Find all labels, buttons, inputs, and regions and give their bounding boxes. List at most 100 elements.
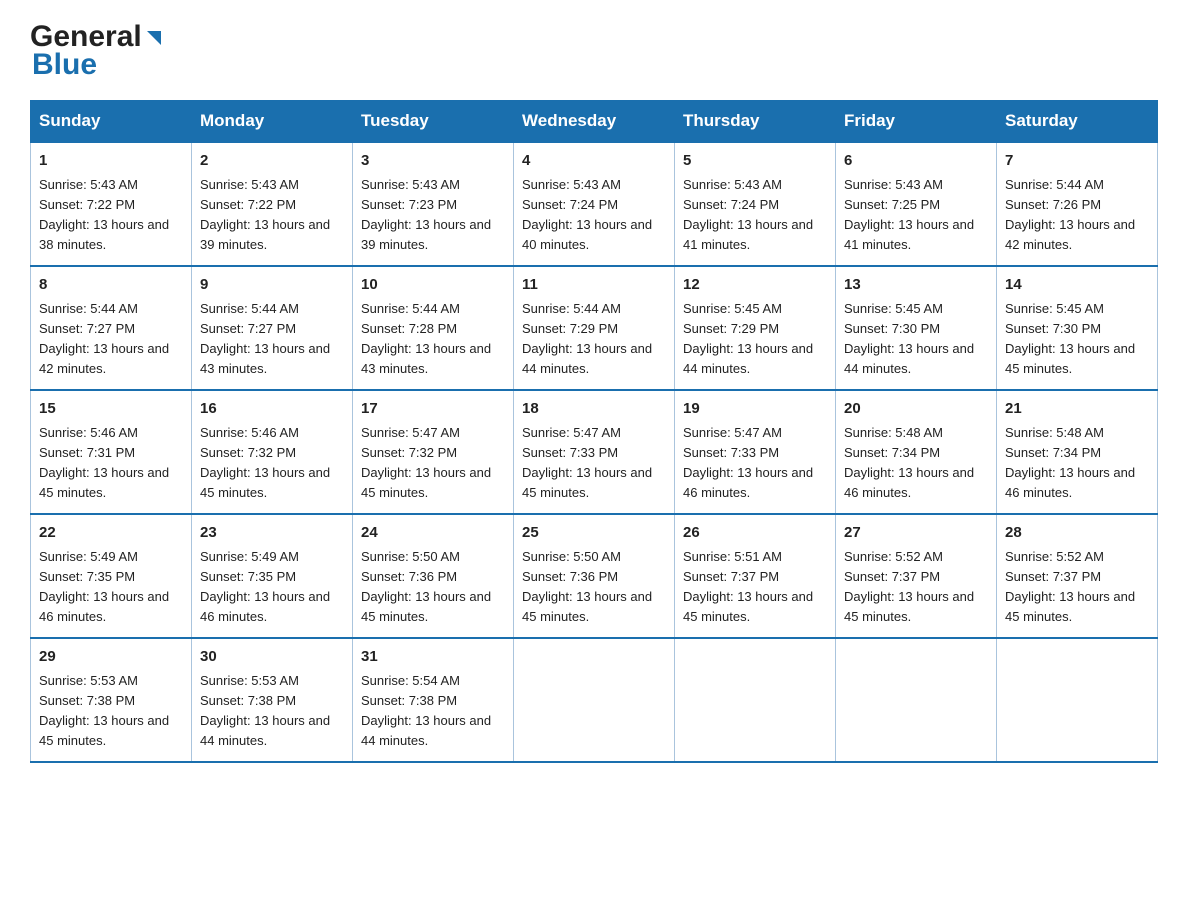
day-cell-14: 14Sunrise: 5:45 AMSunset: 7:30 PMDayligh…: [997, 266, 1158, 390]
day-info: Sunrise: 5:49 AMSunset: 7:35 PMDaylight:…: [39, 549, 169, 624]
day-info: Sunrise: 5:54 AMSunset: 7:38 PMDaylight:…: [361, 673, 491, 748]
day-cell-25: 25 Sunrise: 5:50 AMSunset: 7:36 PMDayligh…: [514, 514, 675, 638]
day-cell-26: 26 Sunrise: 5:51 AMSunset: 7:37 PMDayligh…: [675, 514, 836, 638]
day-number: 13: [844, 274, 988, 297]
day-number: 12: [683, 274, 827, 297]
empty-cell: [836, 638, 997, 762]
day-cell-7: 7Sunrise: 5:44 AMSunset: 7:26 PMDaylight…: [997, 142, 1158, 266]
day-cell-15: 15Sunrise: 5:46 AMSunset: 7:31 PMDayligh…: [31, 390, 192, 514]
day-number: 31: [361, 646, 505, 669]
day-number: 23: [200, 522, 344, 545]
day-number: 18: [522, 398, 666, 421]
day-number: 29: [39, 646, 183, 669]
day-cell-11: 11 Sunrise: 5:44 AMSunset: 7:29 PMDayligh…: [514, 266, 675, 390]
col-header-friday: Friday: [836, 101, 997, 143]
day-cell-12: 12 Sunrise: 5:45 AMSunset: 7:29 PMDayligh…: [675, 266, 836, 390]
day-info: Sunrise: 5:50 AMSunset: 7:36 PMDaylight:…: [522, 549, 652, 624]
day-info: Sunrise: 5:43 AMSunset: 7:24 PMDaylight:…: [683, 177, 813, 252]
empty-cell: [675, 638, 836, 762]
day-info: Sunrise: 5:48 AMSunset: 7:34 PMDaylight:…: [1005, 425, 1135, 500]
day-number: 22: [39, 522, 183, 545]
day-info: Sunrise: 5:46 AMSunset: 7:32 PMDaylight:…: [200, 425, 330, 500]
day-info: Sunrise: 5:44 AMSunset: 7:29 PMDaylight:…: [522, 301, 652, 376]
day-info: Sunrise: 5:44 AMSunset: 7:26 PMDaylight:…: [1005, 177, 1135, 252]
day-number: 16: [200, 398, 344, 421]
day-cell-28: 28 Sunrise: 5:52 AMSunset: 7:37 PMDayligh…: [997, 514, 1158, 638]
day-number: 24: [361, 522, 505, 545]
week-row-2: 8 Sunrise: 5:44 AMSunset: 7:27 PMDaylight…: [31, 266, 1158, 390]
day-info: Sunrise: 5:44 AMSunset: 7:27 PMDaylight:…: [39, 301, 169, 376]
day-cell-8: 8 Sunrise: 5:44 AMSunset: 7:27 PMDaylight…: [31, 266, 192, 390]
day-info: Sunrise: 5:49 AMSunset: 7:35 PMDaylight:…: [200, 549, 330, 624]
day-info: Sunrise: 5:51 AMSunset: 7:37 PMDaylight:…: [683, 549, 813, 624]
day-number: 11: [522, 274, 666, 297]
col-header-thursday: Thursday: [675, 101, 836, 143]
day-cell-29: 29 Sunrise: 5:53 AMSunset: 7:38 PMDayligh…: [31, 638, 192, 762]
day-cell-5: 5 Sunrise: 5:43 AMSunset: 7:24 PMDaylight…: [675, 142, 836, 266]
day-info: Sunrise: 5:47 AMSunset: 7:32 PMDaylight:…: [361, 425, 491, 500]
day-cell-13: 13Sunrise: 5:45 AMSunset: 7:30 PMDayligh…: [836, 266, 997, 390]
empty-cell: [997, 638, 1158, 762]
day-number: 3: [361, 150, 505, 173]
day-info: Sunrise: 5:43 AMSunset: 7:22 PMDaylight:…: [200, 177, 330, 252]
day-info: Sunrise: 5:43 AMSunset: 7:22 PMDaylight:…: [39, 177, 169, 252]
col-header-monday: Monday: [192, 101, 353, 143]
day-cell-30: 30 Sunrise: 5:53 AMSunset: 7:38 PMDayligh…: [192, 638, 353, 762]
day-info: Sunrise: 5:47 AMSunset: 7:33 PMDaylight:…: [683, 425, 813, 500]
day-number: 5: [683, 150, 827, 173]
day-number: 20: [844, 398, 988, 421]
day-number: 19: [683, 398, 827, 421]
day-cell-24: 24 Sunrise: 5:50 AMSunset: 7:36 PMDayligh…: [353, 514, 514, 638]
day-info: Sunrise: 5:48 AMSunset: 7:34 PMDaylight:…: [844, 425, 974, 500]
day-info: Sunrise: 5:47 AMSunset: 7:33 PMDaylight:…: [522, 425, 652, 500]
day-cell-9: 9 Sunrise: 5:44 AMSunset: 7:27 PMDaylight…: [192, 266, 353, 390]
day-number: 30: [200, 646, 344, 669]
day-cell-16: 16 Sunrise: 5:46 AMSunset: 7:32 PMDayligh…: [192, 390, 353, 514]
day-cell-4: 4Sunrise: 5:43 AMSunset: 7:24 PMDaylight…: [514, 142, 675, 266]
day-cell-1: 1 Sunrise: 5:43 AMSunset: 7:22 PMDaylight…: [31, 142, 192, 266]
day-number: 28: [1005, 522, 1149, 545]
day-cell-22: 22 Sunrise: 5:49 AMSunset: 7:35 PMDayligh…: [31, 514, 192, 638]
day-cell-31: 31 Sunrise: 5:54 AMSunset: 7:38 PMDayligh…: [353, 638, 514, 762]
day-number: 26: [683, 522, 827, 545]
page-header: General Blue: [30, 20, 1158, 82]
day-cell-20: 20 Sunrise: 5:48 AMSunset: 7:34 PMDayligh…: [836, 390, 997, 514]
day-info: Sunrise: 5:52 AMSunset: 7:37 PMDaylight:…: [1005, 549, 1135, 624]
day-cell-21: 21Sunrise: 5:48 AMSunset: 7:34 PMDayligh…: [997, 390, 1158, 514]
day-number: 4: [522, 150, 666, 173]
calendar-table: SundayMondayTuesdayWednesdayThursdayFrid…: [30, 100, 1158, 763]
col-header-sunday: Sunday: [31, 101, 192, 143]
day-info: Sunrise: 5:53 AMSunset: 7:38 PMDaylight:…: [200, 673, 330, 748]
day-info: Sunrise: 5:53 AMSunset: 7:38 PMDaylight:…: [39, 673, 169, 748]
day-number: 6: [844, 150, 988, 173]
day-number: 9: [200, 274, 344, 297]
day-cell-10: 10Sunrise: 5:44 AMSunset: 7:28 PMDayligh…: [353, 266, 514, 390]
col-header-wednesday: Wednesday: [514, 101, 675, 143]
day-number: 10: [361, 274, 505, 297]
col-header-tuesday: Tuesday: [353, 101, 514, 143]
week-row-5: 29 Sunrise: 5:53 AMSunset: 7:38 PMDayligh…: [31, 638, 1158, 762]
day-info: Sunrise: 5:44 AMSunset: 7:27 PMDaylight:…: [200, 301, 330, 376]
day-number: 1: [39, 150, 183, 173]
day-info: Sunrise: 5:50 AMSunset: 7:36 PMDaylight:…: [361, 549, 491, 624]
day-number: 25: [522, 522, 666, 545]
logo-triangle-icon: [143, 27, 165, 49]
day-cell-19: 19 Sunrise: 5:47 AMSunset: 7:33 PMDayligh…: [675, 390, 836, 514]
day-number: 8: [39, 274, 183, 297]
day-cell-23: 23 Sunrise: 5:49 AMSunset: 7:35 PMDayligh…: [192, 514, 353, 638]
day-cell-6: 6Sunrise: 5:43 AMSunset: 7:25 PMDaylight…: [836, 142, 997, 266]
day-info: Sunrise: 5:45 AMSunset: 7:30 PMDaylight:…: [1005, 301, 1135, 376]
day-cell-17: 17 Sunrise: 5:47 AMSunset: 7:32 PMDayligh…: [353, 390, 514, 514]
logo: General Blue: [30, 20, 165, 82]
calendar-header-row: SundayMondayTuesdayWednesdayThursdayFrid…: [31, 101, 1158, 143]
day-number: 27: [844, 522, 988, 545]
day-cell-2: 2 Sunrise: 5:43 AMSunset: 7:22 PMDaylight…: [192, 142, 353, 266]
day-number: 17: [361, 398, 505, 421]
day-cell-3: 3 Sunrise: 5:43 AMSunset: 7:23 PMDaylight…: [353, 142, 514, 266]
week-row-4: 22 Sunrise: 5:49 AMSunset: 7:35 PMDayligh…: [31, 514, 1158, 638]
day-info: Sunrise: 5:46 AMSunset: 7:31 PMDaylight:…: [39, 425, 169, 500]
day-info: Sunrise: 5:45 AMSunset: 7:29 PMDaylight:…: [683, 301, 813, 376]
day-info: Sunrise: 5:52 AMSunset: 7:37 PMDaylight:…: [844, 549, 974, 624]
day-number: 2: [200, 150, 344, 173]
day-info: Sunrise: 5:43 AMSunset: 7:23 PMDaylight:…: [361, 177, 491, 252]
